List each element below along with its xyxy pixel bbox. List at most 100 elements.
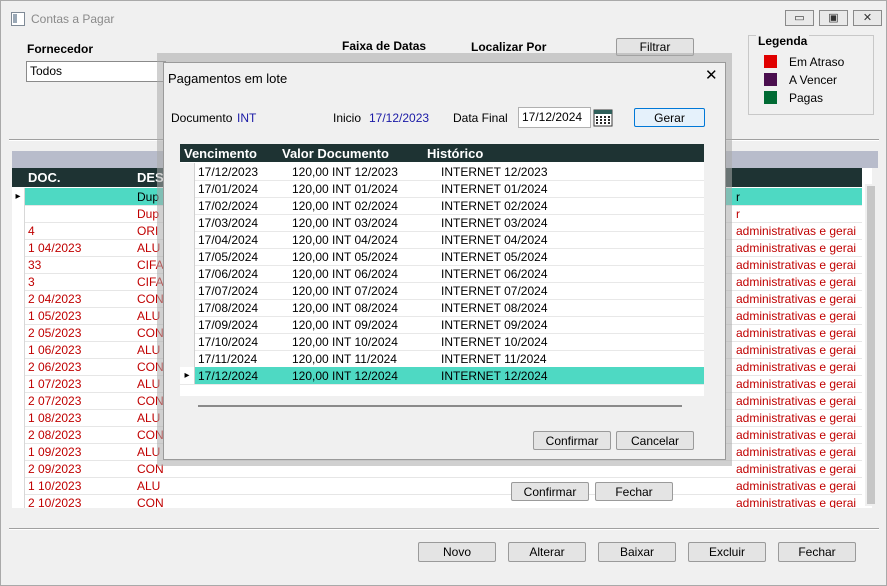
close-button[interactable]: ✕	[853, 10, 882, 26]
row-indicator[interactable]	[180, 316, 195, 333]
row-indicator[interactable]	[12, 443, 25, 460]
cell-right: administrativas e gerai	[736, 258, 857, 272]
row-indicator[interactable]	[180, 197, 195, 214]
cell-right: administrativas e gerai	[736, 377, 857, 391]
table-row[interactable]: 17/02/2024 120,00 INT 02/2024 INTERNET 02/…	[180, 197, 704, 215]
calendar-icon[interactable]	[593, 108, 613, 127]
table-row[interactable]: 17/11/2024 120,00 INT 11/2024 INTERNET 11/…	[180, 350, 704, 368]
table-row[interactable]: 1 10/2023 ALU administrativas e gerai	[12, 477, 862, 495]
cell-vencimento: 17/01/2024	[198, 182, 259, 196]
table-row[interactable]: 2 10/2023 CON administrativas e gerai	[12, 494, 862, 508]
pagamentos-em-lote-dialog: Pagamentos em lote ✕ Documento INT Inici…	[163, 62, 726, 460]
row-indicator[interactable]	[180, 299, 195, 316]
column-header-doc[interactable]: DOC.	[28, 170, 61, 185]
cell-right: administrativas e gerai	[736, 428, 857, 442]
row-indicator[interactable]: ▸	[180, 367, 195, 384]
row-cells: 17/12/2024 120,00 INT 12/2024 INTERNET 12/…	[194, 367, 704, 384]
row-cells: 17/02/2024 120,00 INT 02/2024 INTERNET 02/…	[194, 197, 704, 214]
row-indicator[interactable]	[12, 358, 25, 375]
row-indicator[interactable]	[12, 324, 25, 341]
row-indicator[interactable]	[180, 248, 195, 265]
cancelar-button[interactable]: Cancelar	[616, 431, 694, 450]
row-indicator[interactable]	[12, 392, 25, 409]
row-indicator[interactable]	[180, 231, 195, 248]
cell-historico: INTERNET 05/2024	[441, 250, 548, 264]
table-row[interactable]: 17/01/2024 120,00 INT 01/2024 INTERNET 01/…	[180, 180, 704, 198]
row-indicator[interactable]	[12, 205, 25, 222]
novo-button[interactable]: Novo	[418, 542, 496, 562]
row-indicator[interactable]	[180, 333, 195, 350]
table-row[interactable]: 17/10/2024 120,00 INT 10/2024 INTERNET 10/…	[180, 333, 704, 351]
table-row[interactable]: 17/12/2023 120,00 INT 12/2023 INTERNET 12/…	[180, 163, 704, 181]
row-cells: 17/07/2024 120,00 INT 07/2024 INTERNET 07/…	[194, 282, 704, 299]
cell-doc: 1 10/2023	[28, 479, 82, 493]
row-indicator[interactable]	[12, 375, 25, 392]
table-row[interactable]: 17/07/2024 120,00 INT 07/2024 INTERNET 07/…	[180, 282, 704, 300]
inner-confirmar-button[interactable]: Confirmar	[511, 482, 589, 501]
cell-doc: 2 09/2023	[28, 462, 82, 476]
row-indicator[interactable]	[12, 341, 25, 358]
pagamentos-grid-hscroll[interactable]	[198, 405, 682, 407]
table-row[interactable]: 17/06/2024 120,00 INT 06/2024 INTERNET 06/…	[180, 265, 704, 283]
row-indicator[interactable]	[12, 460, 25, 477]
row-indicator[interactable]	[180, 180, 195, 197]
pagamentos-grid-header: Vencimento Valor Documento Histórico	[180, 144, 704, 162]
legend-label: Pagas	[789, 91, 824, 105]
row-indicator[interactable]	[12, 477, 25, 494]
baixar-button[interactable]: Baixar	[598, 542, 676, 562]
cell-historico: INTERNET 09/2024	[441, 318, 548, 332]
app-icon	[11, 12, 25, 26]
minimize-button[interactable]: ▭	[785, 10, 814, 26]
row-indicator[interactable]	[12, 290, 25, 307]
column-header-historico[interactable]: Histórico	[427, 146, 483, 161]
cell-des: ALU	[137, 479, 161, 493]
row-indicator[interactable]	[12, 494, 25, 508]
row-indicator[interactable]	[180, 282, 195, 299]
confirmar-button[interactable]: Confirmar	[533, 431, 611, 450]
row-indicator[interactable]	[180, 214, 195, 231]
table-row[interactable]: 17/04/2024 120,00 INT 04/2024 INTERNET 04/…	[180, 231, 704, 249]
cell-vencimento: 17/06/2024	[198, 267, 259, 281]
legend-title: Legenda	[756, 34, 810, 48]
legend-swatch	[764, 55, 777, 68]
alterar-button[interactable]: Alterar	[508, 542, 586, 562]
column-header-valor-documento[interactable]: Valor Documento	[282, 146, 389, 161]
pagamentos-grid[interactable]: Vencimento Valor Documento Histórico 17/…	[180, 144, 704, 396]
row-indicator[interactable]	[12, 409, 25, 426]
cell-desc: 120,00 INT 06/2024	[292, 267, 398, 281]
row-indicator[interactable]: ▸	[12, 188, 25, 205]
cell-right: administrativas e gerai	[736, 275, 857, 289]
row-indicator[interactable]	[180, 265, 195, 282]
row-indicator[interactable]	[12, 239, 25, 256]
row-indicator[interactable]	[12, 256, 25, 273]
cell-desc: 120,00 INT 11/2024	[292, 352, 397, 366]
table-row[interactable]: 17/08/2024 120,00 INT 08/2024 INTERNET 08/…	[180, 299, 704, 317]
dialog-close-icon[interactable]: ✕	[705, 66, 718, 84]
excluir-button[interactable]: Excluir	[688, 542, 766, 562]
row-indicator[interactable]	[180, 350, 195, 367]
row-indicator[interactable]	[12, 273, 25, 290]
cell-right: administrativas e gerai	[736, 326, 857, 340]
column-header-vencimento[interactable]: Vencimento	[184, 146, 257, 161]
table-row[interactable]: 17/03/2024 120,00 INT 03/2024 INTERNET 03/…	[180, 214, 704, 232]
cell-desc: 120,00 INT 07/2024	[292, 284, 398, 298]
cell-right: administrativas e gerai	[736, 343, 857, 357]
data-final-input[interactable]: 17/12/2024	[518, 107, 591, 128]
row-indicator[interactable]	[180, 163, 195, 180]
table-row[interactable]: 17/05/2024 120,00 INT 05/2024 INTERNET 05/…	[180, 248, 704, 266]
row-indicator[interactable]	[12, 222, 25, 239]
fornecedor-field[interactable]: Todos	[26, 61, 166, 82]
row-indicator[interactable]	[12, 307, 25, 324]
maximize-button[interactable]: ▣	[819, 10, 848, 26]
bottom-separator	[9, 528, 879, 530]
fechar-button[interactable]: Fechar	[778, 542, 856, 562]
inner-fechar-button[interactable]: Fechar	[595, 482, 673, 501]
cell-desc: 120,00 INT 12/2023	[292, 165, 398, 179]
table-row[interactable]: 17/09/2024 120,00 INT 09/2024 INTERNET 09/…	[180, 316, 704, 334]
cell-historico: INTERNET 06/2024	[441, 267, 548, 281]
grid-scrollbar-thumb[interactable]	[867, 186, 875, 504]
table-row[interactable]: ▸ 17/12/2024 120,00 INT 12/2024 INTERNET 12…	[180, 367, 704, 385]
gerar-button[interactable]: Gerar	[634, 108, 705, 127]
row-indicator[interactable]	[12, 426, 25, 443]
cell-vencimento: 17/10/2024	[198, 335, 259, 349]
